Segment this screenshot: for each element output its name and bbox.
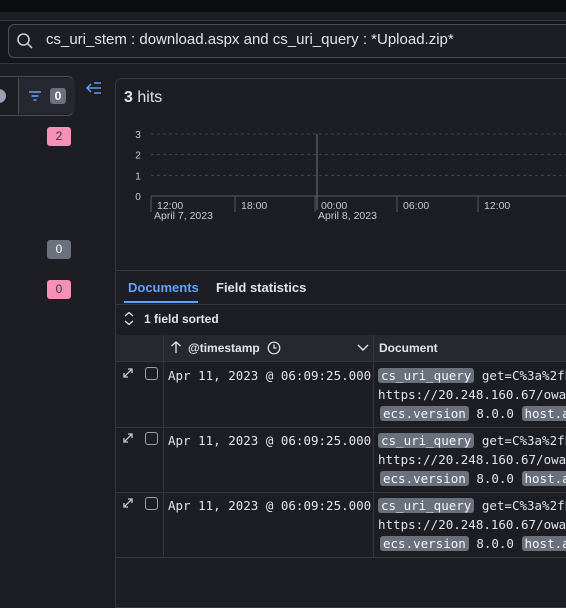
column-divider (163, 427, 164, 492)
field-key: cs_uri_query (378, 433, 474, 448)
top-strip (0, 0, 566, 12)
chevron-down-icon[interactable] (357, 343, 369, 352)
search-icon (16, 32, 34, 50)
sort-ascending-icon[interactable] (170, 341, 182, 354)
field-key: ecs.version (380, 471, 469, 486)
column-divider (373, 335, 374, 361)
tab-documents[interactable]: Documents (128, 280, 199, 295)
x-tick-label: 06:00 (403, 200, 429, 212)
column-header-timestamp[interactable]: @timestamp (188, 341, 260, 355)
document-line: cs_uri_query get=C%3a%2fPr (378, 433, 566, 448)
document-line: ecs.version 8.0.0 host.ar (380, 471, 566, 486)
y-tick-label: 2 (135, 151, 141, 162)
document-line: https://20.248.160.67/owa/ (378, 517, 566, 532)
y-tick-label: 1 (135, 171, 141, 182)
field-key: cs_uri_query (378, 498, 474, 513)
column-divider (163, 362, 164, 427)
filter-count-badge: 0 (50, 88, 66, 104)
column-divider (373, 492, 374, 557)
x-tick-label: 12:00 (484, 200, 510, 212)
histogram-chart: 321012:00April 7, 202318:0000:00April 8,… (116, 120, 566, 230)
clock-icon (267, 341, 281, 355)
field-key: host.ar (522, 471, 566, 486)
expand-icon[interactable] (122, 367, 134, 379)
collapse-sidebar-icon[interactable] (86, 81, 102, 95)
row-timestamp: Apr 11, 2023 @ 06:09:25.000 (168, 368, 371, 383)
field-value: 8.0.0 (476, 406, 514, 421)
expand-icon[interactable] (122, 497, 134, 509)
y-tick-label: 3 (135, 130, 141, 141)
field-value: get=C%3a%2fPr (482, 368, 566, 383)
field-value: get=C%3a%2fPr (482, 433, 566, 448)
row-checkbox[interactable] (145, 432, 158, 445)
field-key: host.ar (522, 536, 566, 551)
row-checkbox[interactable] (145, 367, 158, 380)
column-divider (373, 427, 374, 492)
hits-label: hits (137, 89, 162, 106)
sort-label[interactable]: 1 field sorted (144, 312, 219, 326)
column-divider (163, 335, 164, 361)
x-tick-date: April 8, 2023 (318, 210, 377, 222)
document-line: https://20.248.160.67/owa/ (378, 452, 566, 467)
field-key: ecs.version (380, 406, 469, 421)
field-value: 8.0.0 (476, 471, 514, 486)
column-divider (373, 362, 374, 427)
y-tick-label: 0 (135, 192, 141, 203)
field-value: get=C%3a%2fPr (482, 498, 566, 513)
x-tick-label: 18:00 (241, 200, 267, 212)
field-key: cs_uri_query (378, 368, 474, 383)
field-filter-button[interactable] (18, 78, 75, 114)
document-line: ecs.version 8.0.0 host.ar (380, 406, 566, 421)
row-timestamp: Apr 11, 2023 @ 06:09:25.000 (168, 433, 371, 448)
tab-field-statistics[interactable]: Field statistics (216, 280, 306, 295)
field-value: 8.0.0 (476, 536, 514, 551)
column-header-document[interactable]: Document (379, 341, 438, 355)
field-count-badge: 0 (47, 240, 71, 259)
field-key: host.ar (522, 406, 566, 421)
row-timestamp: Apr 11, 2023 @ 06:09:25.000 (168, 498, 371, 513)
document-line: cs_uri_query get=C%3a%2fPr (378, 368, 566, 383)
active-tab-indicator (124, 301, 198, 303)
field-key: ecs.version (380, 536, 469, 551)
document-line: ecs.version 8.0.0 host.ar (380, 536, 566, 551)
field-count-badge: 0 (47, 280, 71, 299)
filter-icon (28, 90, 42, 102)
document-line: https://20.248.160.67/owa/ (378, 387, 566, 402)
hits-number: 3 (124, 89, 133, 106)
column-divider (163, 492, 164, 557)
hits-count: 3 hits (124, 89, 162, 107)
row-checkbox[interactable] (145, 497, 158, 510)
table-header (116, 335, 566, 362)
x-tick-date: April 7, 2023 (154, 210, 213, 222)
field-count-badge: 2 (47, 127, 71, 146)
document-line: cs_uri_query get=C%3a%2fPr (378, 498, 566, 513)
expand-icon[interactable] (122, 432, 134, 444)
search-query-text[interactable]: cs_uri_stem : download.aspx and cs_uri_q… (46, 31, 454, 48)
sort-icon[interactable] (124, 312, 134, 325)
